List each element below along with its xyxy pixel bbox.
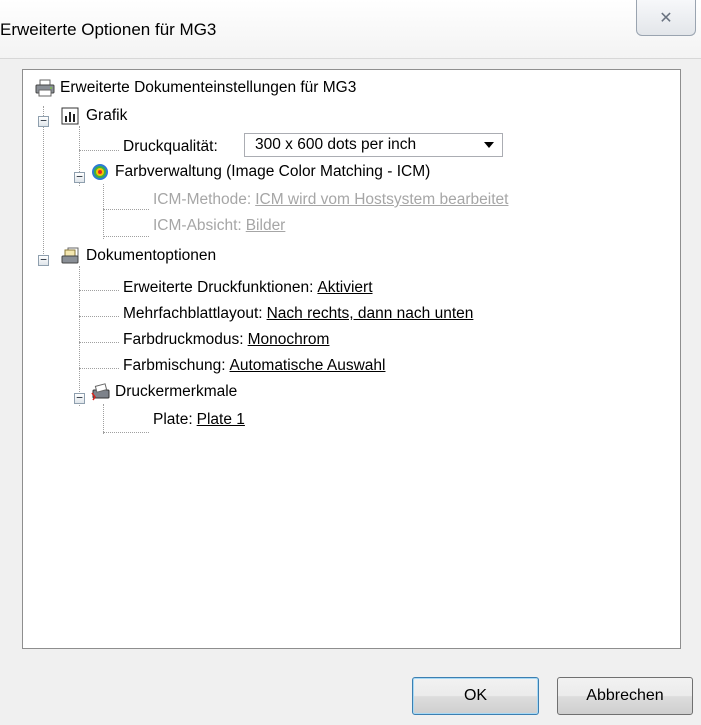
- collapse-toggle-dokumentoptionen[interactable]: −: [38, 254, 49, 266]
- icm-absicht-setting: ICM-Absicht: Bilder: [153, 216, 285, 236]
- druckqualitaet-label: Druckqualität:: [123, 138, 218, 155]
- setting-value[interactable]: Aktiviert: [317, 278, 372, 298]
- title-bar: Erweiterte Optionen für MG3 ✕: [0, 0, 701, 58]
- tree-connector: [79, 266, 80, 406]
- setting-label: Farbmischung:: [123, 357, 226, 374]
- tree-node-label: Dokumentoptionen: [86, 247, 217, 264]
- tree-connector: [103, 236, 149, 237]
- icm-methode-setting: ICM-Methode: ICM wird vom Hostsystem bea…: [153, 190, 508, 210]
- plate-value[interactable]: Plate 1: [197, 410, 245, 430]
- tree-connector: [103, 184, 104, 239]
- mehrfachblattlayout-setting[interactable]: Mehrfachblattlayout: Nach rechts, dann n…: [123, 304, 473, 324]
- documents-icon: [61, 247, 81, 265]
- tree-root-label: Erweiterte Dokumenteinstellungen für MG3: [60, 79, 357, 96]
- erweiterte-druckfunktionen-setting[interactable]: Erweiterte Druckfunktionen: Aktiviert: [123, 278, 373, 298]
- tree-connector: [79, 150, 119, 151]
- tree-node-label: Farbverwaltung (Image Color Matching - I…: [115, 163, 431, 180]
- tree-node-grafik[interactable]: Grafik: [61, 106, 127, 126]
- tree-connector: [79, 368, 119, 369]
- tree-node-label: Grafik: [86, 107, 128, 124]
- druckqualitaet-dropdown[interactable]: 300 x 600 dots per inch: [244, 133, 503, 157]
- tree-node-label: Druckermerkmale: [115, 383, 238, 400]
- farbmischung-setting[interactable]: Farbmischung: Automatische Auswahl: [123, 356, 385, 376]
- setting-label: Farbdruckmodus:: [123, 331, 244, 348]
- icm-absicht-value: Bilder: [245, 217, 286, 234]
- ok-button[interactable]: OK: [412, 677, 539, 715]
- plate-setting[interactable]: Plate: Plate 1: [153, 410, 245, 430]
- cancel-button[interactable]: Abbrechen: [557, 677, 693, 715]
- setting-value[interactable]: Monochrom: [248, 330, 330, 350]
- setting-label: Erweiterte Druckfunktionen:: [123, 279, 314, 296]
- color-wheel-icon: [90, 163, 110, 181]
- plate-label: Plate:: [153, 411, 193, 428]
- ok-button-label: OK: [463, 687, 488, 704]
- tree-connector: [79, 316, 119, 317]
- icm-methode-value: ICM wird vom Hostsystem bearbeitet: [255, 191, 509, 208]
- collapse-toggle-grafik[interactable]: −: [38, 115, 49, 127]
- farbdruckmodus-setting[interactable]: Farbdruckmodus: Monochrom: [123, 330, 329, 350]
- tree-root-node[interactable]: Erweiterte Dokumenteinstellungen für MG3: [35, 78, 356, 98]
- tree-node-druckermerkmale[interactable]: Druckermerkmale: [90, 382, 237, 402]
- collapse-toggle-farbverwaltung[interactable]: −: [74, 171, 85, 183]
- window-title: Erweiterte Optionen für MG3: [0, 20, 217, 39]
- close-button[interactable]: ✕: [636, 0, 696, 36]
- printer-icon: [35, 79, 55, 97]
- tree-connector: [79, 290, 119, 291]
- tree-connector: [43, 106, 44, 256]
- tree-connector: [103, 432, 149, 433]
- setting-value[interactable]: Nach rechts, dann nach unten: [267, 304, 474, 324]
- druckqualitaet-setting: Druckqualität:: [123, 137, 218, 157]
- cancel-button-label: Abbrechen: [586, 687, 664, 704]
- chart-icon: [61, 107, 81, 125]
- collapse-toggle-druckermerkmale[interactable]: −: [74, 392, 85, 404]
- icm-methode-label: ICM-Methode:: [153, 191, 252, 208]
- tree-node-dokumentoptionen[interactable]: Dokumentoptionen: [61, 246, 216, 266]
- dialog-client-area: − − − − Erweiterte Dokumenteinstellungen…: [0, 58, 701, 725]
- tree-connector: [79, 342, 119, 343]
- printer-features-icon: [90, 383, 110, 401]
- setting-label: Mehrfachblattlayout:: [123, 305, 263, 322]
- setting-value[interactable]: Automatische Auswahl: [230, 356, 386, 376]
- tree-connector: [103, 209, 149, 210]
- icm-absicht-label: ICM-Absicht:: [153, 217, 242, 234]
- druckqualitaet-selected-value: 300 x 600 dots per inch: [255, 136, 417, 153]
- tree-connector: [103, 404, 104, 434]
- close-icon: ✕: [659, 9, 673, 27]
- chevron-down-icon[interactable]: [484, 142, 494, 148]
- tree-node-farbverwaltung[interactable]: Farbverwaltung (Image Color Matching - I…: [90, 162, 430, 182]
